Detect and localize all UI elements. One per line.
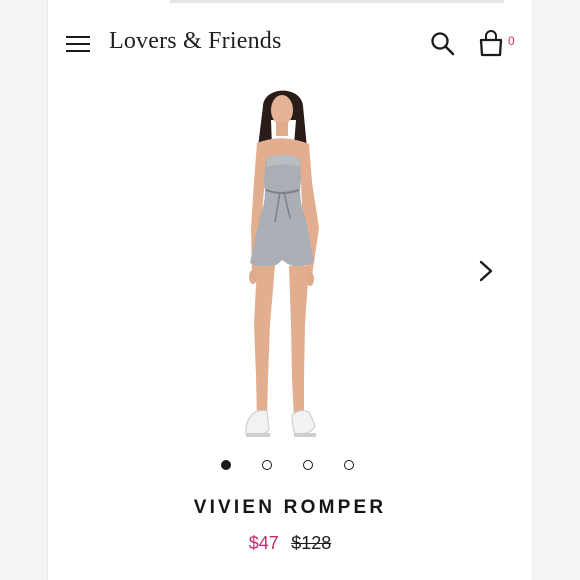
price-row: $47 $128: [48, 533, 532, 554]
product-page: Lovers & Friends 0 VIVIEN ROMPER $47 $12…: [48, 0, 532, 580]
product-image[interactable]: [198, 78, 368, 448]
brand-logo[interactable]: Lovers & Friends: [109, 28, 282, 55]
original-price: $128: [291, 533, 332, 553]
product-title: VIVIEN ROMPER: [193, 497, 387, 518]
search-icon[interactable]: [430, 31, 456, 57]
menu-line: [66, 50, 90, 52]
carousel-dots: [221, 460, 361, 472]
chevron-right-icon[interactable]: [477, 259, 495, 283]
carousel-dot[interactable]: [262, 460, 272, 470]
sale-price: $47: [248, 533, 279, 553]
menu-line: [66, 43, 90, 45]
menu-icon[interactable]: [66, 34, 90, 54]
bag-count-badge: 0: [508, 34, 515, 48]
shopping-bag-icon[interactable]: [478, 30, 504, 58]
carousel-dot[interactable]: [221, 460, 231, 470]
carousel-dot[interactable]: [344, 460, 354, 470]
menu-line: [66, 36, 90, 38]
carousel-dot[interactable]: [303, 460, 313, 470]
top-edge-strip: [170, 0, 504, 3]
